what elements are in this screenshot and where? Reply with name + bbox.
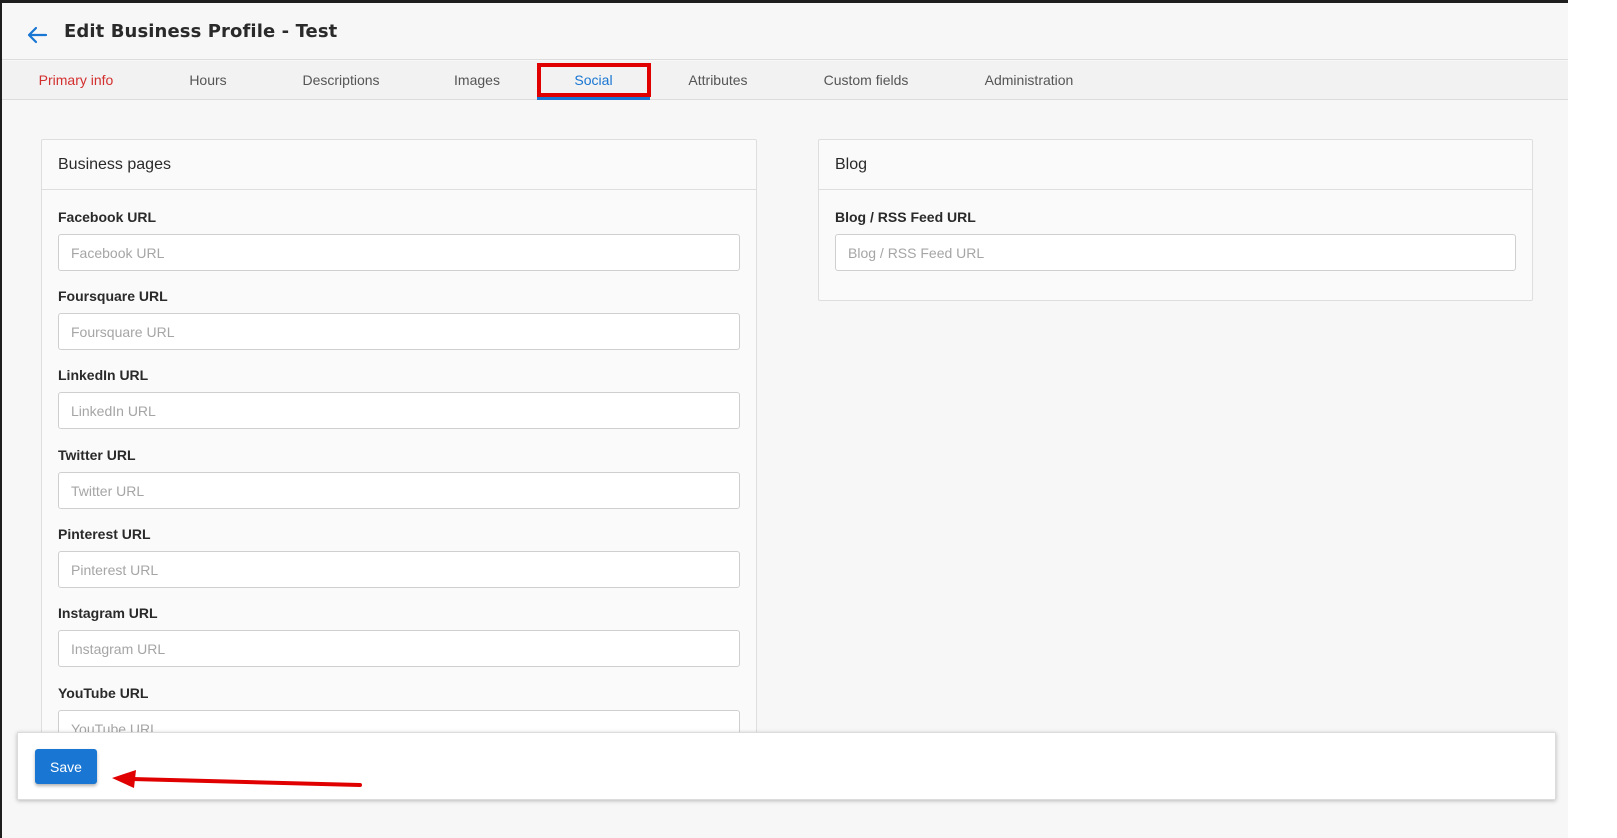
blog-card: Blog Blog / RSS Feed URL — [818, 139, 1533, 301]
facebook-field: Facebook URL — [58, 207, 740, 271]
tab-primary-info[interactable]: Primary info — [26, 61, 126, 100]
tab-social[interactable]: Social — [537, 61, 650, 100]
page-title: Edit Business Profile - Test — [64, 21, 338, 42]
pinterest-field: Pinterest URL — [58, 524, 740, 588]
tab-administration[interactable]: Administration — [971, 61, 1087, 100]
tab-hours[interactable]: Hours — [173, 61, 243, 100]
tab-custom-fields[interactable]: Custom fields — [811, 61, 921, 100]
blog-rss-label: Blog / RSS Feed URL — [835, 209, 976, 225]
business-pages-title: Business pages — [42, 140, 756, 190]
tab-attributes[interactable]: Attributes — [675, 61, 761, 100]
tab-images[interactable]: Images — [442, 61, 512, 100]
youtube-label: YouTube URL — [58, 685, 149, 701]
blog-rss-url-input[interactable] — [835, 234, 1516, 271]
linkedin-field: LinkedIn URL — [58, 365, 740, 429]
blog-title: Blog — [819, 140, 1532, 190]
youtube-field: YouTube URL — [58, 683, 740, 747]
linkedin-label: LinkedIn URL — [58, 367, 149, 383]
instagram-field: Instagram URL — [58, 603, 740, 667]
blog-rss-field: Blog / RSS Feed URL — [835, 207, 1516, 271]
twitter-label: Twitter URL — [58, 447, 136, 463]
arrow-left-icon[interactable] — [26, 25, 48, 45]
twitter-field: Twitter URL — [58, 445, 740, 509]
page-header: Edit Business Profile - Test — [2, 3, 1568, 60]
twitter-url-input[interactable] — [58, 472, 740, 509]
foursquare-field: Foursquare URL — [58, 286, 740, 350]
foursquare-url-input[interactable] — [58, 313, 740, 350]
instagram-label: Instagram URL — [58, 605, 158, 621]
instagram-url-input[interactable] — [58, 630, 740, 667]
pinterest-label: Pinterest URL — [58, 526, 151, 542]
tab-descriptions[interactable]: Descriptions — [291, 61, 391, 100]
facebook-url-input[interactable] — [58, 234, 740, 271]
pinterest-url-input[interactable] — [58, 551, 740, 588]
footer-bar: Save — [17, 732, 1556, 800]
edit-profile-app: Edit Business Profile - Test Primary inf… — [2, 3, 1568, 838]
linkedin-url-input[interactable] — [58, 392, 740, 429]
tab-bar: Primary info Hours Descriptions Images S… — [2, 61, 1568, 100]
business-pages-card: Business pages Facebook URL Foursquare U… — [41, 139, 757, 779]
foursquare-label: Foursquare URL — [58, 288, 168, 304]
outer-background — [1568, 0, 1617, 838]
save-button[interactable]: Save — [35, 749, 97, 784]
facebook-label: Facebook URL — [58, 209, 157, 225]
